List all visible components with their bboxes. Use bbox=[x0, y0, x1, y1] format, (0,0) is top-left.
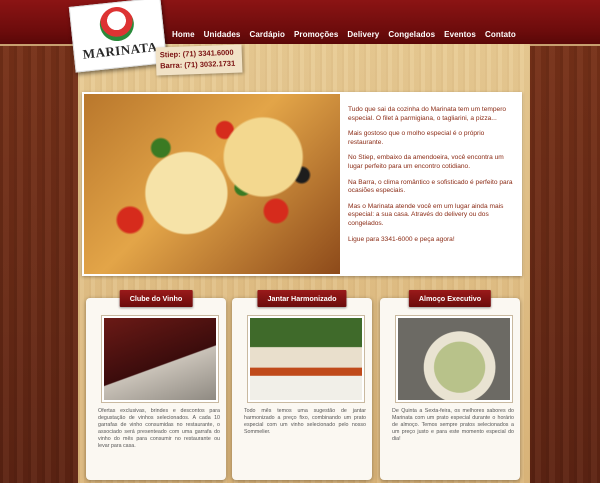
lunch-photo bbox=[396, 316, 512, 402]
hero-paragraph-6: Ligue para 3341-6000 e peça agora! bbox=[348, 235, 455, 243]
nav-unidades[interactable]: Unidades bbox=[204, 30, 241, 39]
hero-text: Tudo que sai da cozinha do Marinata tem … bbox=[348, 106, 518, 251]
nav-eventos[interactable]: Eventos bbox=[444, 30, 476, 39]
wine-photo bbox=[102, 316, 218, 402]
card-description: Todo mês temos uma sugestão de jantar ha… bbox=[244, 408, 366, 435]
nav-contato[interactable]: Contato bbox=[485, 30, 516, 39]
brand-logo[interactable]: MARINATA bbox=[68, 0, 168, 73]
phone-barra: Barra: (71) 3032.1731 bbox=[160, 58, 236, 71]
main-nav: Home Unidades Cardápio Promoções Deliver… bbox=[172, 30, 525, 39]
chef-icon bbox=[98, 5, 136, 43]
card-title[interactable]: Clube do Vinho bbox=[119, 290, 193, 307]
card-clube-do-vinho[interactable]: Clube do Vinho Ofertas exclusivas, brind… bbox=[86, 290, 226, 480]
card-almoco-executivo[interactable]: Almoço Executivo De Quinta a Sexta-feira… bbox=[380, 290, 520, 480]
nav-home[interactable]: Home bbox=[172, 30, 195, 39]
nav-cardapio[interactable]: Cardápio bbox=[249, 30, 284, 39]
card-description: Ofertas exclusivas, brindes e descontos … bbox=[98, 408, 220, 449]
hero-pizza-image bbox=[84, 94, 340, 274]
nav-promocoes[interactable]: Promoções bbox=[294, 30, 338, 39]
brand-name: MARINATA bbox=[82, 38, 159, 62]
card-title[interactable]: Almoço Executivo bbox=[408, 290, 492, 307]
card-title[interactable]: Jantar Harmonizado bbox=[257, 290, 347, 307]
card-jantar-harmonizado[interactable]: Jantar Harmonizado Todo mês temos uma su… bbox=[232, 290, 372, 480]
hero-paragraph-3: No Stiep, embaixo da amendoeira, você en… bbox=[348, 154, 504, 170]
hero-paragraph-5: Mas o Marinata atende você em um lugar a… bbox=[348, 202, 504, 227]
nav-congelados[interactable]: Congelados bbox=[388, 30, 435, 39]
hero-paragraph-2: Mais gostoso que o molho especial é o pr… bbox=[348, 130, 485, 146]
hero-paragraph-1: Tudo que sai da cozinha do Marinata tem … bbox=[348, 106, 507, 122]
nav-delivery[interactable]: Delivery bbox=[347, 30, 379, 39]
dinner-photo bbox=[248, 316, 364, 402]
phone-tag: Stiep: (71) 3341.6000 Barra: (71) 3032.1… bbox=[155, 44, 243, 76]
hero-paragraph-4: Na Barra, o clima romântico e sofisticad… bbox=[348, 178, 513, 195]
card-description: De Quinta a Sexta-feira, os melhores sab… bbox=[392, 408, 514, 442]
hero-section: Tudo que sai da cozinha do Marinata tem … bbox=[82, 92, 522, 276]
